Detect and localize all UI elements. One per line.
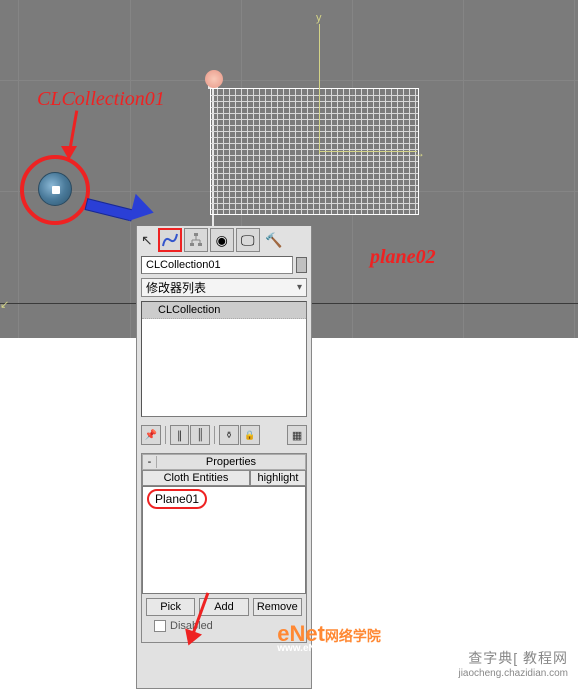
entities-list[interactable]: Plane01 (142, 486, 306, 594)
object-color-swatch[interactable] (296, 257, 307, 273)
entity-plane01[interactable]: Plane01 (147, 489, 207, 509)
clcollection-object[interactable] (38, 172, 72, 206)
axis-y-label: y (316, 12, 322, 24)
disabled-checkbox[interactable] (154, 620, 166, 632)
display-tab[interactable]: 🖵 (236, 228, 260, 252)
pick-button[interactable]: Pick (146, 598, 195, 616)
watermark-chazidian: 查字典[ 教程网 jiaocheng.chazidian.com (458, 648, 568, 679)
clcollection-label: CLCollection01 (37, 88, 165, 111)
add-button[interactable]: Add (199, 598, 248, 616)
annotation-arrow-down (68, 110, 71, 152)
stack-tools: 📌 ∥ ║ ⚱ 🔒 ▦ (137, 423, 311, 451)
pin-stack-button[interactable]: 📌 (141, 425, 161, 445)
modify-tab[interactable] (158, 228, 182, 252)
annotation-arrow-blue (86, 198, 134, 210)
remove-button[interactable]: Remove (253, 598, 302, 616)
modifier-list-dropdown[interactable]: 修改器列表 (141, 278, 307, 297)
panel-tabs: ↖ ◉ 🖵 🔨 (137, 226, 311, 254)
axis-y-line (319, 24, 320, 154)
annotation-arrow-pick (190, 590, 193, 638)
highlight-button[interactable]: highlight (250, 470, 306, 486)
show-end-result-button[interactable]: ∥ (170, 425, 190, 445)
light-object[interactable] (205, 70, 223, 88)
utilities-tab[interactable]: 🔨 (262, 228, 286, 252)
axis-x-line (319, 151, 417, 152)
object-name-input[interactable] (141, 256, 293, 274)
axis-x-tip: → (413, 146, 425, 160)
properties-rollout: - Properties Cloth Entities highlight Pl… (141, 453, 307, 643)
make-unique-button[interactable]: ║ (190, 425, 210, 445)
command-panel: ↖ ◉ 🖵 🔨 修改器列表 CLCollection 📌 ∥ ║ ⚱ 🔒 ▦ -… (136, 226, 312, 689)
corner-marker: ↙ (0, 298, 9, 311)
cloth-entities-button[interactable]: Cloth Entities (142, 470, 250, 486)
hierarchy-tab[interactable] (184, 228, 208, 252)
modifier-stack[interactable]: CLCollection (141, 301, 307, 417)
rollout-toggle-icon[interactable]: - (143, 456, 157, 468)
remove-modifier-button[interactable]: ⚱ (219, 425, 239, 445)
configure-sets-button[interactable]: ▦ (287, 425, 307, 445)
motion-tab[interactable]: ◉ (210, 228, 234, 252)
plane02-label: plane02 (370, 246, 436, 269)
lock-stack-button[interactable]: 🔒 (240, 425, 260, 445)
rollout-title: Properties (157, 456, 305, 468)
cursor-icon: ↖ (141, 232, 153, 249)
rollout-header[interactable]: - Properties (142, 454, 306, 470)
stack-item-clcollection[interactable]: CLCollection (142, 302, 306, 319)
